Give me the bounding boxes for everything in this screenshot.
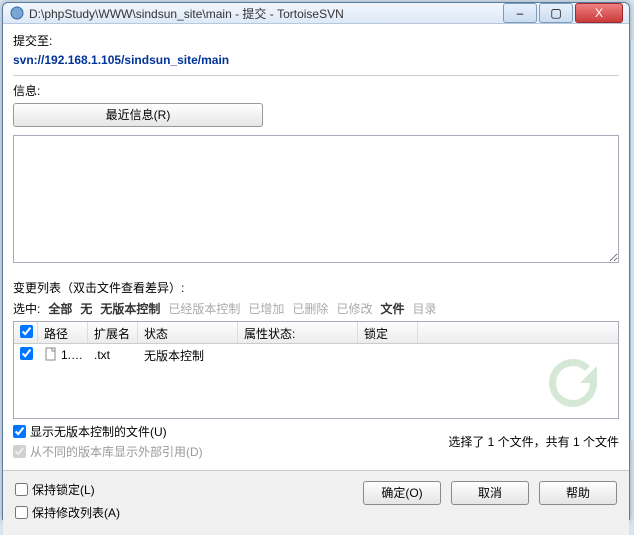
file-list-body: 1.… .txt 无版本控制 bbox=[14, 344, 618, 418]
maximize-button[interactable]: ▢ bbox=[539, 3, 573, 23]
keep-locks-checkbox[interactable]: 保持锁定(L) bbox=[15, 481, 355, 498]
commit-url: svn://192.168.1.105/sindsun_site/main bbox=[13, 53, 619, 67]
file-list-header[interactable]: 路径 扩展名 状态 属性状态: 锁定 bbox=[14, 322, 618, 344]
recent-messages-button[interactable]: 最近信息(R) bbox=[13, 103, 263, 127]
col-path[interactable]: 路径 bbox=[38, 322, 88, 343]
file-icon bbox=[44, 347, 58, 364]
row-prop-status bbox=[238, 353, 358, 357]
ok-button[interactable]: 确定(O) bbox=[363, 481, 441, 505]
keep-changelists-checkbox[interactable]: 保持修改列表(A) bbox=[15, 504, 355, 521]
row-status: 无版本控制 bbox=[138, 345, 238, 366]
row-ext: .txt bbox=[88, 346, 138, 364]
divider bbox=[13, 75, 619, 76]
changelist-heading: 变更列表（双击文件查看差异）: bbox=[13, 279, 619, 296]
background-sliver bbox=[630, 40, 634, 440]
filter-none[interactable]: 无 bbox=[80, 300, 92, 317]
help-button[interactable]: 帮助 bbox=[539, 481, 617, 505]
titlebar[interactable]: D:\phpStudy\WWW\sindsun_site\main - 提交 -… bbox=[3, 3, 629, 24]
filter-files[interactable]: 文件 bbox=[380, 300, 404, 317]
show-externals-checkbox: 从不同的版本库显示外部引用(D) bbox=[13, 443, 203, 460]
bottom-bar: 保持锁定(L) 保持修改列表(A) 确定(O) 取消 帮助 bbox=[3, 470, 629, 535]
filter-deleted[interactable]: 已删除 bbox=[292, 300, 328, 317]
tortoisesvn-icon bbox=[9, 5, 25, 21]
file-list[interactable]: 路径 扩展名 状态 属性状态: 锁定 1.… .txt 无版本控制 bbox=[13, 321, 619, 419]
dialog-buttons: 确定(O) 取消 帮助 bbox=[363, 481, 617, 505]
filter-unversioned[interactable]: 无版本控制 bbox=[100, 300, 160, 317]
col-status[interactable]: 状态 bbox=[138, 322, 238, 343]
filter-versioned[interactable]: 已经版本控制 bbox=[168, 300, 240, 317]
col-lock[interactable]: 锁定 bbox=[358, 322, 418, 343]
col-ext[interactable]: 扩展名 bbox=[88, 322, 138, 343]
commit-dialog: D:\phpStudy\WWW\sindsun_site\main - 提交 -… bbox=[2, 2, 630, 520]
commit-message-input[interactable] bbox=[13, 135, 619, 263]
commit-to-label: 提交至: bbox=[13, 32, 619, 49]
show-unversioned-checkbox[interactable]: 显示无版本控制的文件(U) bbox=[13, 423, 203, 440]
filter-row: 选中: 全部 无 无版本控制 已经版本控制 已增加 已删除 已修改 文件 目录 bbox=[13, 300, 619, 317]
selection-summary: 选择了 1 个文件，共有 1 个文件 bbox=[448, 433, 619, 450]
info-label: 信息: bbox=[13, 82, 619, 99]
col-check[interactable] bbox=[14, 322, 38, 343]
row-lock bbox=[358, 353, 418, 357]
filter-dirs[interactable]: 目录 bbox=[412, 300, 436, 317]
window-controls: – ▢ X bbox=[503, 3, 623, 23]
filter-modified[interactable]: 已修改 bbox=[336, 300, 372, 317]
filter-all[interactable]: 全部 bbox=[48, 300, 72, 317]
table-row[interactable]: 1.… .txt 无版本控制 bbox=[14, 344, 618, 366]
status-row: 显示无版本控制的文件(U) 从不同的版本库显示外部引用(D) 选择了 1 个文件… bbox=[13, 423, 619, 460]
dialog-content: 提交至: svn://192.168.1.105/sindsun_site/ma… bbox=[3, 24, 629, 470]
col-prop-status[interactable]: 属性状态: bbox=[238, 322, 358, 343]
window-title: D:\phpStudy\WWW\sindsun_site\main - 提交 -… bbox=[29, 5, 503, 22]
filter-added[interactable]: 已增加 bbox=[248, 300, 284, 317]
row-path: 1.… bbox=[61, 348, 83, 362]
minimize-button[interactable]: – bbox=[503, 3, 537, 23]
cancel-button[interactable]: 取消 bbox=[451, 481, 529, 505]
filter-label: 选中: bbox=[13, 300, 40, 317]
close-button[interactable]: X bbox=[575, 3, 623, 23]
select-all-checkbox[interactable] bbox=[20, 325, 33, 338]
row-checkbox[interactable] bbox=[20, 347, 33, 360]
